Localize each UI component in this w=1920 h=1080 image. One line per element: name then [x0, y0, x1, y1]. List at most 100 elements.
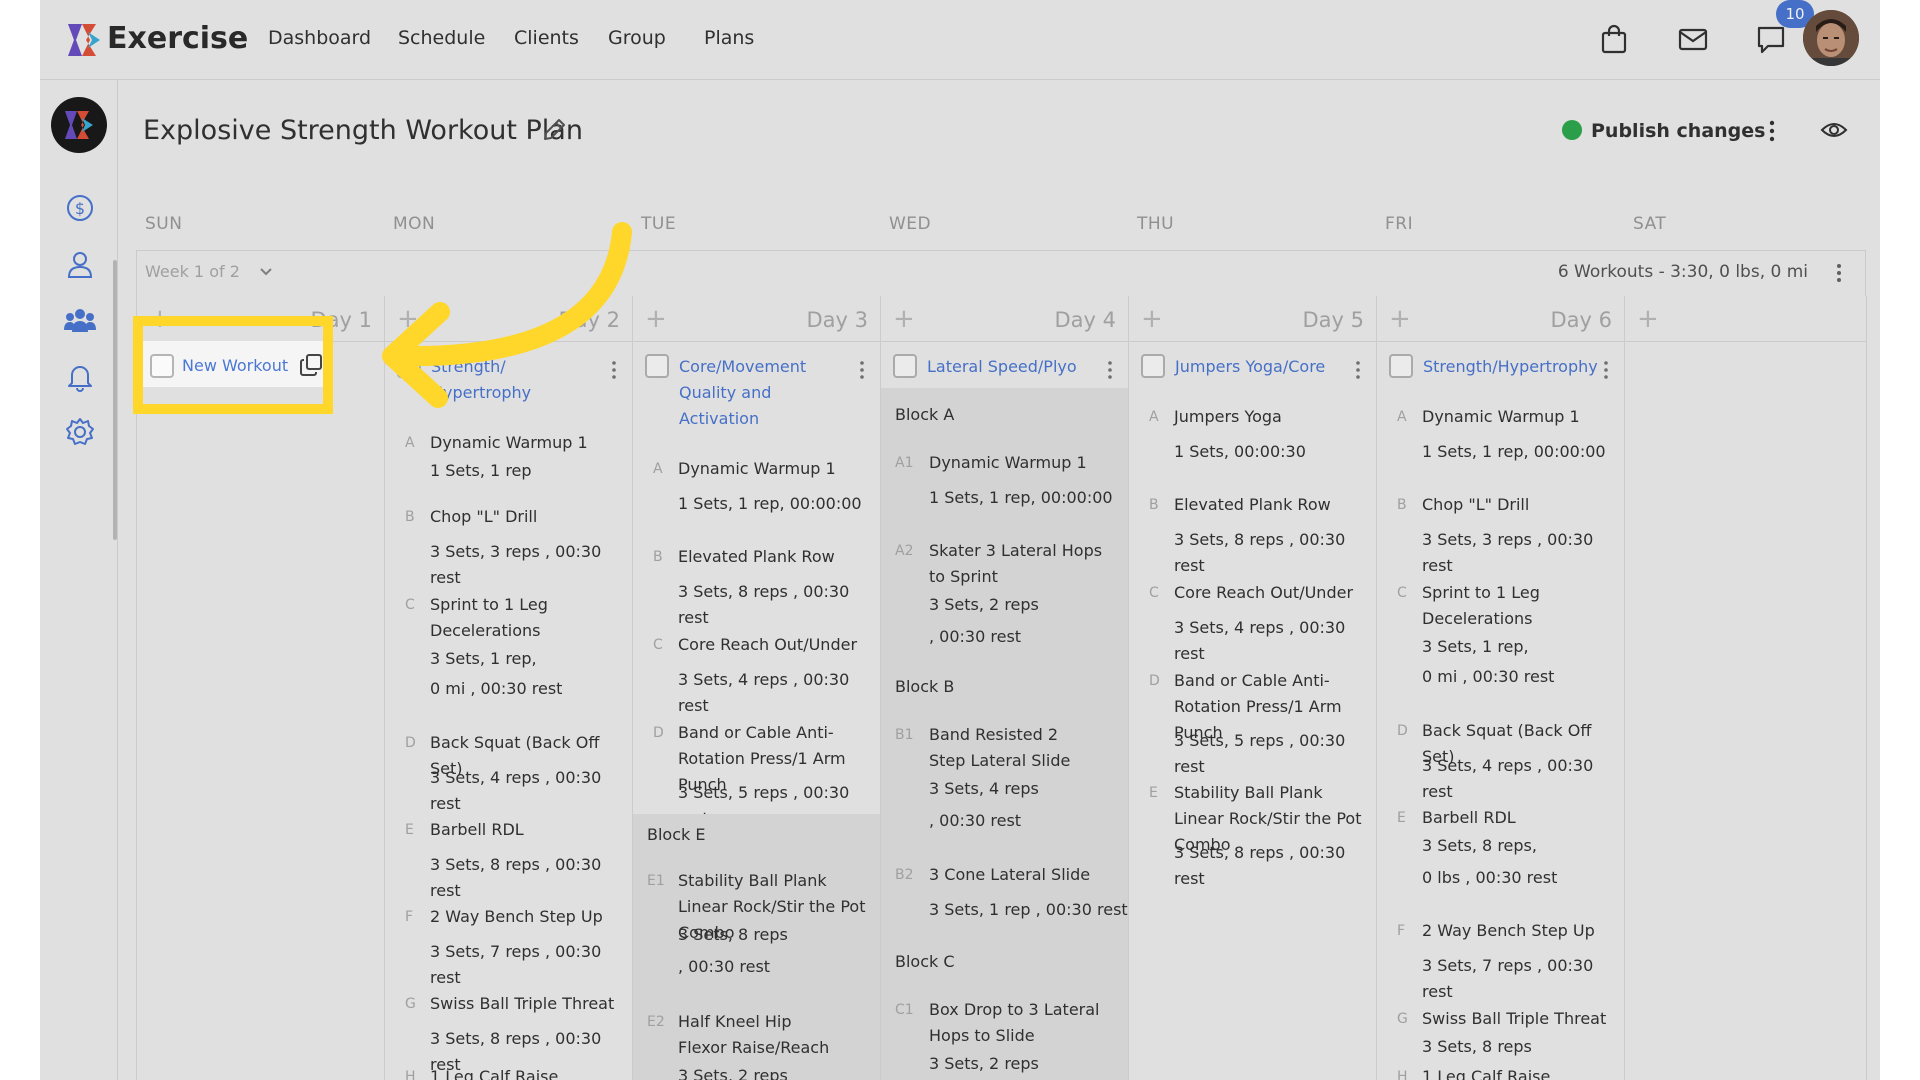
svg-text:$: $	[75, 199, 85, 218]
pencil-icon[interactable]	[540, 116, 568, 144]
exercise-detail: 3 Sets, 2 reps	[678, 1066, 788, 1080]
bell-icon[interactable]	[64, 360, 96, 392]
workout-title[interactable]: Jumpers Yoga/Core	[1175, 354, 1345, 380]
exercise-detail: 3 Sets, 1 rep , 00:30 rest	[929, 900, 1128, 919]
exercise-name: Core Reach Out/Under	[1174, 583, 1354, 602]
card-kebab-icon[interactable]	[1354, 360, 1362, 380]
dollar-icon[interactable]: $	[64, 192, 96, 224]
exercise-letter: C	[1397, 585, 1407, 601]
new-workout-checkbox[interactable]	[150, 354, 174, 378]
exercise-detail: 1 Sets, 1 rep, 00:00:00	[1422, 442, 1606, 461]
add-workout-button[interactable]: +	[893, 304, 915, 334]
mail-icon[interactable]	[1676, 22, 1710, 56]
exercise-name: Skater 3 Lateral Hops to Sprint	[929, 541, 1103, 586]
add-workout-button[interactable]: +	[1389, 304, 1411, 334]
exercise-letter: E	[1397, 810, 1406, 826]
exercise-name: 1 Leg Calf Raise	[1422, 1067, 1551, 1080]
dayhead-sun: SUN	[145, 214, 183, 234]
exercise-name: Dynamic Warmup 1	[430, 433, 588, 452]
exercise-letter: E	[1149, 785, 1158, 801]
exercise-name: 3 Cone Lateral Slide	[929, 865, 1091, 884]
exercise-name: Elevated Plank Row	[1174, 495, 1331, 514]
add-workout-button[interactable]: +	[1141, 304, 1163, 334]
week-selector[interactable]: Week 1 of 2	[145, 261, 240, 283]
exercise-detail: 3 Sets, 7 reps , 00:30 rest	[1422, 956, 1594, 1001]
copy-icon[interactable]	[298, 352, 324, 378]
exercise-detail: 0 mi , 00:30 rest	[1422, 667, 1555, 686]
card-kebab-icon[interactable]	[858, 360, 866, 380]
exercise-detail: 3 Sets, 2 reps	[929, 595, 1039, 614]
brand-name[interactable]: Exercise	[107, 20, 248, 58]
publish-changes-button[interactable]: Publish changes	[1591, 118, 1765, 144]
nav-group[interactable]: Group	[608, 25, 666, 51]
exercise-detail: 1 Sets, 1 rep, 00:00:00	[929, 488, 1113, 507]
user-avatar[interactable]	[1803, 10, 1859, 66]
exercise-name: Dynamic Warmup 1	[929, 453, 1087, 472]
chat-icon[interactable]	[1754, 22, 1788, 56]
day-label: Day 4	[1054, 308, 1116, 332]
exercise-letter: D	[1397, 723, 1408, 739]
exercise-detail: 1 Sets, 00:00:30	[1174, 442, 1306, 461]
add-workout-button[interactable]: +	[1637, 304, 1659, 334]
card-kebab-icon[interactable]	[1106, 360, 1114, 380]
exercise-detail: 1 Sets, 1 rep	[430, 461, 532, 480]
kebab-icon[interactable]	[1767, 118, 1777, 144]
nav-clients[interactable]: Clients	[514, 25, 579, 51]
workspace-logo[interactable]	[51, 97, 107, 153]
day-column-header: + Day 4	[881, 296, 1128, 342]
exercise-detail: 3 Sets, 4 reps , 00:30 rest	[1174, 618, 1346, 663]
exercise-letter: B	[653, 549, 663, 565]
exercise-letter: E1	[647, 873, 665, 889]
exercise-letter: H	[405, 1069, 416, 1080]
day-column-header: + Day 3	[633, 296, 880, 342]
shopping-bag-icon[interactable]	[1597, 22, 1631, 56]
card-kebab-icon[interactable]	[1602, 360, 1610, 380]
workout-checkbox[interactable]	[893, 354, 917, 378]
day-column-sat: +	[1625, 296, 1867, 1080]
chevron-down-icon[interactable]	[258, 264, 274, 280]
block-e: Block E E1 Stability Ball Plank Linear R…	[633, 814, 880, 1080]
exercise-detail: 0 lbs , 00:30 rest	[1422, 868, 1558, 887]
publish-status-dot	[1562, 120, 1582, 140]
exercise-name: Jumpers Yoga	[1174, 407, 1282, 426]
workout-title[interactable]: Core/Movement Quality and Activation	[679, 354, 829, 432]
exercise-name: Core Reach Out/Under	[678, 635, 858, 654]
workout-title[interactable]: Strength/Hypertrophy	[1423, 354, 1598, 380]
sidebar-scrollbar[interactable]	[113, 260, 117, 540]
exercise-letter: B1	[895, 727, 914, 743]
nav-plans[interactable]: Plans	[704, 25, 754, 51]
exercise-letter: D	[1149, 673, 1160, 689]
workout-card-tue[interactable]: Core/Movement Quality and Activation A D…	[633, 342, 880, 1080]
day-column-thu: + Day 5 Jumpers Yoga/Core A Jumpers Yoga…	[1129, 296, 1377, 1080]
workout-card-wed[interactable]: Lateral Speed/Plyo Block A A1 Dynamic Wa…	[881, 342, 1128, 1080]
exercise-detail: 3 Sets, 8 reps , 00:30 rest	[430, 855, 602, 900]
wed-blocks: Block A A1 Dynamic Warmup 1 1 Sets, 1 re…	[881, 388, 1128, 1080]
dayhead-wed: WED	[889, 214, 932, 234]
workout-title[interactable]: Lateral Speed/Plyo	[927, 354, 1097, 380]
exercise-name: Sprint to 1 Leg Decelerations	[430, 595, 548, 640]
exercise-letter: B2	[895, 867, 914, 883]
group-icon[interactable]	[64, 304, 96, 336]
exercise-name: Barbell RDL	[1422, 808, 1516, 827]
brand-logo-icon[interactable]	[64, 20, 104, 60]
new-workout-title[interactable]: New Workout	[182, 353, 288, 379]
week-kebab-icon[interactable]	[1834, 262, 1844, 284]
workout-card-fri[interactable]: Strength/Hypertrophy A Dynamic Warmup 1 …	[1377, 342, 1624, 1080]
nav-dashboard[interactable]: Dashboard	[268, 25, 371, 51]
nav-schedule[interactable]: Schedule	[398, 25, 485, 51]
workout-checkbox[interactable]	[1389, 354, 1413, 378]
exercise-letter: C	[405, 597, 415, 613]
app-window: Exercise Dashboard Schedule Clients Grou…	[40, 0, 1880, 1080]
gear-icon[interactable]	[64, 416, 96, 448]
workout-checkbox[interactable]	[645, 354, 669, 378]
workout-card-mon[interactable]: Strength/ Hypertrophy A Dynamic Warmup 1…	[385, 342, 632, 1080]
exercise-detail: 3 Sets, 5 reps , 00:30 rest	[1174, 731, 1346, 776]
workout-checkbox[interactable]	[1141, 354, 1165, 378]
exercise-detail: , 00:30 rest	[678, 957, 771, 976]
exercise-letter: A2	[895, 543, 914, 559]
exercise-name: 2 Way Bench Step Up	[430, 907, 603, 926]
workout-card-thu[interactable]: Jumpers Yoga/Core A Jumpers Yoga 1 Sets,…	[1129, 342, 1376, 1080]
eye-icon[interactable]	[1820, 118, 1848, 142]
add-workout-button[interactable]: +	[645, 304, 667, 334]
person-icon[interactable]	[64, 248, 96, 280]
